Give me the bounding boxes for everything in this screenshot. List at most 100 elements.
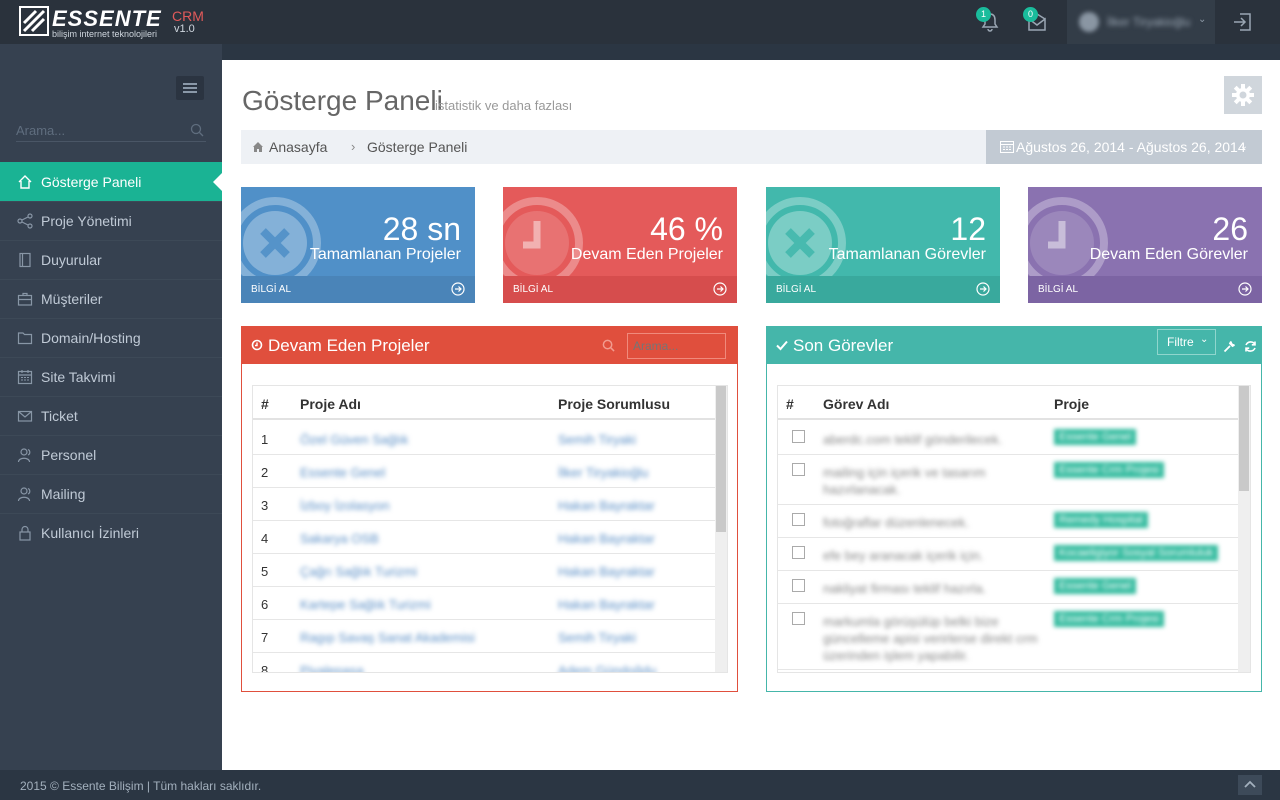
task-checkbox[interactable]: [792, 579, 805, 592]
table-row[interactable]: fotoğraflar düzenlenecek. Remedy Hospita…: [778, 505, 1250, 538]
project-owner-link[interactable]: Hakan Bayraktar: [558, 564, 655, 579]
breadcrumb-link-home[interactable]: Anasayfa: [269, 139, 327, 155]
table-row[interactable]: 8 Piyalepaşa Adem Gündoğdu: [253, 653, 727, 673]
stat-more-link[interactable]: BİLGİ AL: [503, 276, 737, 303]
folder-icon: [17, 332, 33, 345]
menu-bar: [183, 91, 197, 93]
sidebar-item-ticket[interactable]: Ticket: [0, 396, 222, 435]
sidebar-item-site-takvimi[interactable]: Site Takvimi: [0, 357, 222, 396]
project-tag[interactable]: Essente Genel: [1054, 578, 1137, 594]
project-name-link[interactable]: Essente Genel: [300, 465, 385, 480]
table-row[interactable]: nakliyat firması teklif hazırla. Essente…: [778, 571, 1250, 604]
row-number: 6: [261, 597, 269, 612]
column-header: Proje Sorumlusu: [558, 396, 671, 412]
project-owner-link[interactable]: Hakan Bayraktar: [558, 531, 655, 546]
scrollbar-thumb[interactable]: [716, 386, 726, 532]
sidebar-item-musteriler[interactable]: Müşteriler: [0, 279, 222, 318]
project-tag[interactable]: Essente Genel: [1054, 429, 1137, 445]
table-row[interactable]: 3 İzboy İzolasyon Hakan Bayraktar: [253, 488, 727, 521]
row-number: 4: [261, 531, 269, 546]
project-owner-link[interactable]: İlker Tiryakioğlu: [558, 465, 648, 480]
project-owner-link[interactable]: Semih Tiryaki: [558, 630, 636, 645]
date-range-picker[interactable]: Ağustos 26, 2014 - Ağustos 26, 2014 ⌄: [986, 130, 1262, 164]
menu-toggle-button[interactable]: [176, 76, 204, 100]
project-owner-link[interactable]: Hakan Bayraktar: [558, 597, 655, 612]
row-number: 2: [261, 465, 269, 480]
notifications-button[interactable]: 1: [976, 7, 1004, 34]
task-checkbox[interactable]: [792, 546, 805, 559]
task-checkbox[interactable]: [792, 513, 805, 526]
project-name-link[interactable]: Kartepe Sağlık Turizmi: [300, 597, 431, 612]
user-menu[interactable]: İlker Tiryakioğlu ⌄: [1067, 0, 1215, 44]
stat-more-link[interactable]: BİLGİ AL: [1028, 276, 1262, 303]
stat-more-link[interactable]: BİLGİ AL: [766, 276, 1000, 303]
project-name-link[interactable]: Sakarya OSB: [300, 531, 379, 546]
stat-label: Devam Eden Projeler: [570, 246, 723, 263]
task-checkbox[interactable]: [792, 463, 805, 476]
task-checkbox[interactable]: [792, 612, 805, 625]
stat-card-completed-projects: 28 sn Tamamlanan Projeler BİLGİ AL: [241, 187, 475, 303]
table-row[interactable]: 6 Kartepe Sağlık Turizmi Hakan Bayraktar: [253, 587, 727, 620]
table-row[interactable]: 1 Özel Güven Sağlık Semih Tiryaki: [253, 422, 727, 455]
sidebar-item-kullanici-izinleri[interactable]: Kullanıcı İzinleri: [0, 513, 222, 552]
sidebar-item-duyurular[interactable]: Duyurular: [0, 240, 222, 279]
lock-icon: [19, 525, 31, 541]
sidebar-item-domain-hosting[interactable]: Domain/Hosting: [0, 318, 222, 357]
project-tag[interactable]: Essente Crm Projesi: [1054, 462, 1165, 478]
table-row[interactable]: 2 Essente Genel İlker Tiryakioğlu: [253, 455, 727, 488]
project-name-link[interactable]: İzboy İzolasyon: [300, 498, 390, 513]
stat-more-link[interactable]: BİLGİ AL: [241, 276, 475, 303]
sidebar-search-input[interactable]: [16, 120, 176, 140]
briefcase-icon: [17, 292, 33, 306]
row-number: 8: [261, 663, 269, 673]
project-tag[interactable]: Kocaeligiyor Sosyal Sorumluluk: [1054, 545, 1219, 561]
scrollbar[interactable]: [1238, 386, 1250, 672]
wrench-icon[interactable]: [1223, 340, 1236, 353]
project-owner-link[interactable]: Semih Tiryaki: [558, 432, 636, 447]
breadcrumb: Anasayfa › Gösterge Paneli: [241, 130, 986, 164]
project-name-link[interactable]: Ragıp Savaş Sanat Akademisi: [300, 630, 475, 645]
project-owner-link[interactable]: Adem Gündoğdu: [558, 663, 656, 672]
stat-value: 26: [1212, 211, 1248, 247]
table-row[interactable]: 4 Sakarya OSB Hakan Bayraktar: [253, 521, 727, 554]
avatar: [1079, 12, 1099, 32]
task-checkbox[interactable]: [792, 430, 805, 443]
filter-dropdown-button[interactable]: Filtre ⌄: [1157, 329, 1216, 355]
stat-label: Tamamlanan Görevler: [828, 246, 986, 263]
project-tag[interactable]: Remedy Hospital: [1054, 512, 1148, 528]
project-name-link[interactable]: Çağrı Sağlık Turizmi: [300, 564, 417, 579]
sidebar-item-proje-yonetimi[interactable]: Proje Yönetimi: [0, 201, 222, 240]
table-row[interactable]: aberdc.com teklif gönderilecek. Essente …: [778, 422, 1250, 455]
column-header: Görev Adı: [823, 396, 890, 412]
table-row[interactable]: 5 Çağrı Sağlık Turizmi Hakan Bayraktar: [253, 554, 727, 587]
settings-button[interactable]: [1224, 76, 1262, 114]
stat-card-ongoing-tasks: 26 Devam Eden Görevler BİLGİ AL: [1028, 187, 1262, 303]
scrollbar[interactable]: [715, 386, 727, 672]
scroll-to-top-button[interactable]: [1238, 775, 1262, 795]
projects-search-input[interactable]: [627, 333, 726, 359]
project-name-link[interactable]: Özel Güven Sağlık: [300, 432, 408, 447]
sidebar-item-mailing[interactable]: Mailing: [0, 474, 222, 513]
stat-card-completed-tasks: 12 Tamamlanan Görevler BİLGİ AL: [766, 187, 1000, 303]
scrollbar-thumb[interactable]: [1239, 386, 1249, 491]
project-name-link[interactable]: Piyalepaşa: [300, 663, 364, 672]
footer: 2015 © Essente Bilişim | Tüm hakları sak…: [0, 770, 1280, 800]
search-icon[interactable]: [190, 123, 204, 137]
brand-logo[interactable]: ESSENTE CRM v1.0 bilişim internet teknol…: [18, 5, 218, 39]
table-row[interactable]: efe bey aranacak içerik için. Kocaeligiy…: [778, 538, 1250, 571]
table-row[interactable]: mailing için içerik ve tasarım hazırlana…: [778, 455, 1250, 505]
sidebar-item-personel[interactable]: Personel: [0, 435, 222, 474]
project-tag[interactable]: Essente Crm Projesi: [1054, 611, 1165, 627]
project-owner-link[interactable]: Hakan Bayraktar: [558, 498, 655, 513]
table-row[interactable]: markumla görüşülüp belki bize güncelleme…: [778, 604, 1250, 670]
chevron-down-icon: ⌄: [1239, 141, 1248, 152]
refresh-icon[interactable]: [1244, 340, 1257, 353]
logout-button[interactable]: [1232, 12, 1254, 32]
messages-button[interactable]: 0: [1023, 7, 1051, 34]
top-bar: ESSENTE CRM v1.0 bilişim internet teknol…: [0, 0, 1280, 44]
sidebar-item-label: Domain/Hosting: [41, 330, 141, 346]
sidebar-item-label: Müşteriler: [41, 291, 103, 307]
table-row[interactable]: 7 Ragıp Savaş Sanat Akademisi Semih Tiry…: [253, 620, 727, 653]
sidebar-item-label: Site Takvimi: [41, 369, 116, 385]
sidebar-item-gosterge-paneli[interactable]: Gösterge Paneli: [0, 162, 222, 201]
